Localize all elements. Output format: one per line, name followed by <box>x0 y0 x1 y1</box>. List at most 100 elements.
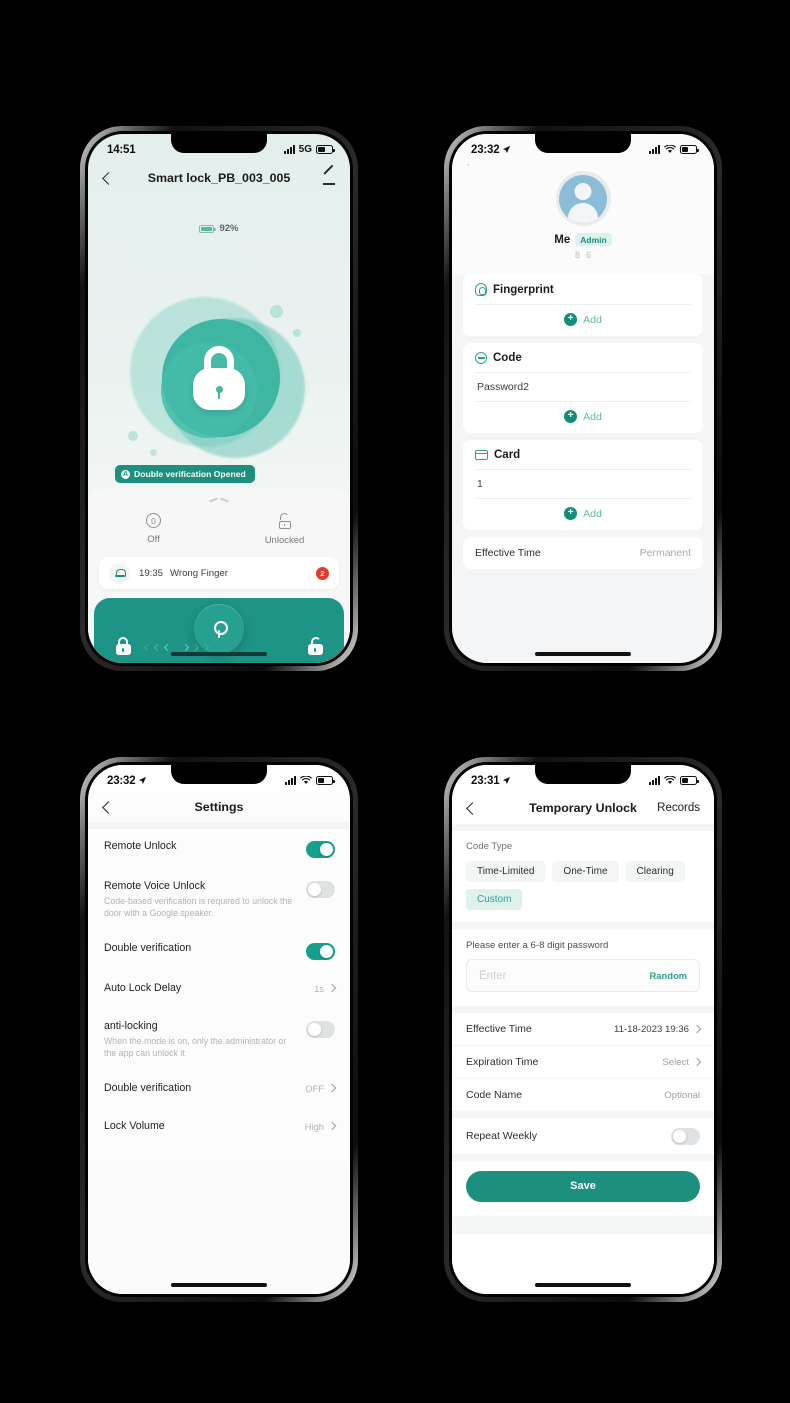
chip-one-time[interactable]: One-Time <box>552 861 619 882</box>
field-value: Select <box>662 1056 689 1068</box>
pencil-icon[interactable] <box>323 172 336 185</box>
setting-remote-voice-unlock[interactable]: Remote Voice Unlock Code-based verificat… <box>88 869 350 931</box>
chip-clearing[interactable]: Clearing <box>625 861 685 882</box>
effective-time-row[interactable]: Effective Time Permanent <box>463 537 703 569</box>
blob-dot <box>270 305 283 318</box>
chevron-left-icon[interactable] <box>466 801 479 815</box>
status-item-lockstate[interactable]: Unlocked <box>219 513 350 546</box>
save-button[interactable]: Save <box>466 1171 700 1202</box>
chevron-left-icon[interactable] <box>102 171 115 185</box>
screen-settings: 23:32 19:36 Settings <box>88 765 350 1294</box>
setting-lock-volume[interactable]: Lock Volume High <box>88 1109 350 1147</box>
home-indicator <box>535 1283 631 1287</box>
setting-auto-lock-delay[interactable]: Auto Lock Delay 1s <box>88 971 350 1009</box>
lock-blob[interactable] <box>88 283 350 473</box>
card-title: Card <box>494 449 521 461</box>
setting-title: Remote Voice Unlock <box>104 880 206 892</box>
setting-value-wrap: OFF <box>305 1083 337 1094</box>
divider <box>452 824 714 831</box>
records-button[interactable]: Records <box>657 802 700 814</box>
field-value-wrap: Optional <box>664 1090 700 1101</box>
padlock-icon <box>191 346 247 410</box>
signal-icon <box>283 145 295 154</box>
nav-bar-3: Settings <box>88 792 350 822</box>
setting-remote-unlock[interactable]: Remote Unlock <box>88 829 350 869</box>
card-title: Code <box>493 352 522 364</box>
list-item[interactable]: Password2 <box>475 372 691 401</box>
effective-time-label: Effective Time <box>475 547 541 559</box>
setting-anti-locking[interactable]: anti-locking When the mode is on, only t… <box>88 1009 350 1071</box>
status-time: 23:31 <box>471 774 500 787</box>
status-icons-3 <box>285 776 335 785</box>
setting-texts: Remote Voice Unlock Code-based verificat… <box>104 880 306 920</box>
toggle-remote-unlock[interactable] <box>306 841 335 858</box>
toggle-anti-locking[interactable] <box>306 1020 335 1038</box>
card-icon <box>475 450 488 460</box>
phone-bezel-4: 23:31 Temporary Unlock Records Code Type… <box>449 762 717 1297</box>
wifi-icon <box>664 776 676 784</box>
setting-title: Double verification <box>104 941 192 954</box>
fingerprint-icon <box>475 283 487 296</box>
field-value: Optional <box>664 1089 700 1101</box>
setting-double-verification[interactable]: Double verification <box>88 931 350 971</box>
fields-section: Effective Time 11-18-2023 19:36 Expirati… <box>452 1013 714 1111</box>
toggle-double-verification[interactable] <box>306 942 335 960</box>
field-value-wrap: 11-18-2023 19:36 <box>614 1024 702 1035</box>
status-row: 0 Off Unlocked <box>88 506 350 557</box>
nav-bar-1: Smart lock_PB_003_005 <box>88 161 350 195</box>
chip-time-limited[interactable]: Time-Limited <box>466 861 546 882</box>
lock-icon[interactable] <box>114 637 132 657</box>
setting-value: 1s <box>314 982 324 994</box>
add-label: Add <box>583 313 602 326</box>
chevron-right-icon <box>327 1122 337 1131</box>
add-card-button[interactable]: + Add <box>475 498 691 528</box>
footer-gap <box>452 1216 714 1234</box>
code-type-section: Code Type Time-Limited One-Time Clearing… <box>452 831 714 922</box>
double-verification-badge: A Double verification Opened <box>115 465 255 483</box>
toggle-repeat-weekly[interactable] <box>671 1128 700 1145</box>
add-code-button[interactable]: + Add <box>475 401 691 431</box>
setting-double-verification-2[interactable]: Double verification OFF <box>88 1071 350 1109</box>
bottom-sheet: 0 Off Unlocked 19:35 Wrong Finger 2 <box>88 489 350 663</box>
add-label: Add <box>583 410 602 423</box>
avatar[interactable] <box>555 171 611 226</box>
chip-custom[interactable]: Custom <box>466 889 523 910</box>
password-input-wrap[interactable]: Enter Random <box>466 959 700 992</box>
password-hint: Please enter a 6-8 digit password <box>466 940 609 951</box>
location-arrow-icon <box>503 776 511 785</box>
battery-mini-icon <box>199 224 216 233</box>
field-effective-time[interactable]: Effective Time 11-18-2023 19:36 <box>452 1013 714 1046</box>
chevron-right-icon <box>327 984 337 993</box>
location-arrow-icon <box>139 776 147 785</box>
battery-percent-label: 92% <box>219 223 239 234</box>
password-input[interactable]: Enter <box>479 970 507 982</box>
card-header: Code <box>475 352 691 372</box>
status-item-label: Unlocked <box>264 535 305 546</box>
field-code-name[interactable]: Code Name Optional <box>452 1079 714 1111</box>
screen-temporary-unlock: 23:31 Temporary Unlock Records Code Type… <box>452 765 714 1294</box>
status-time-wrap: 14:51 <box>107 144 136 156</box>
setting-texts: Double verification <box>104 1082 305 1094</box>
chevron-left-icon[interactable] <box>102 800 115 814</box>
phone-bezel-3: 23:32 19:36 Settings <box>85 762 353 1297</box>
status-icons-2 <box>649 145 699 154</box>
notification-count-badge: 2 <box>316 566 329 580</box>
list-item[interactable]: 1 <box>475 469 691 498</box>
field-expiration-time[interactable]: Expiration Time Select <box>452 1046 714 1079</box>
phone-temporary-unlock: 23:31 Temporary Unlock Records Code Type… <box>444 757 722 1302</box>
add-fingerprint-button[interactable]: + Add <box>475 304 691 334</box>
repeat-weekly-row[interactable]: Repeat Weekly <box>452 1118 714 1154</box>
notification-text: Wrong Finger <box>170 567 228 579</box>
battery-icon <box>316 145 335 154</box>
notification-row[interactable]: 19:35 Wrong Finger 2 <box>99 557 339 589</box>
battery-icon <box>316 776 335 785</box>
random-button[interactable]: Random <box>650 970 688 981</box>
sheet-handle-icon[interactable] <box>207 496 231 504</box>
unlock-icon[interactable] <box>306 637 324 657</box>
member-name: Me <box>554 233 571 246</box>
toggle-remote-voice-unlock[interactable] <box>306 881 335 898</box>
lock-hero: 92% A Double verification Opened <box>88 223 350 489</box>
status-item-alarm[interactable]: 0 Off <box>88 513 219 546</box>
status-icons-4 <box>649 776 699 785</box>
key-icon <box>213 620 228 638</box>
